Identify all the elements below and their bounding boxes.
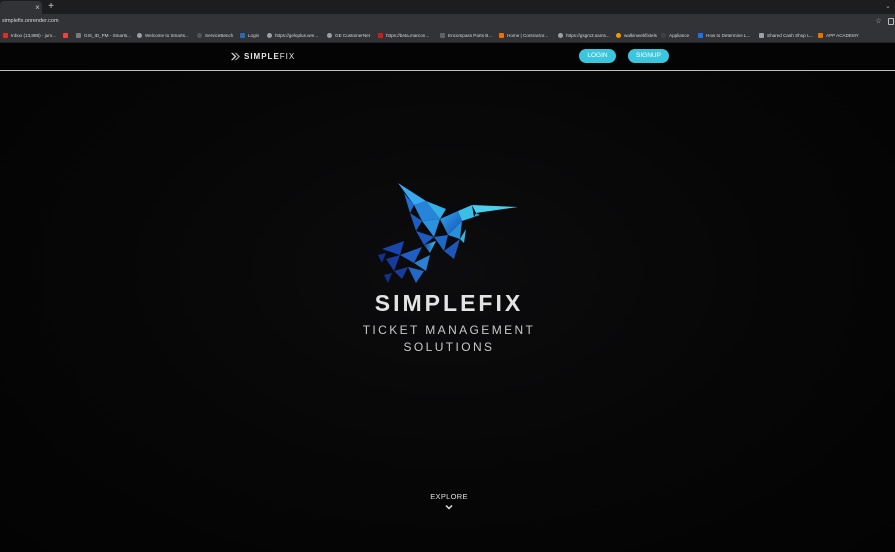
bookmark-label: walkinwebfixtels	[624, 33, 657, 38]
bookmark-label: APP ACADEMY	[826, 33, 859, 38]
bookmark-item[interactable]: How to Determine L...	[698, 29, 750, 42]
hummingbird-logo-icon	[378, 183, 518, 283]
bookmark-label: GE CustomerNet	[335, 33, 370, 38]
folder-icon	[818, 33, 823, 38]
bookmarks-bar: Inbox (13,888) - jum... GIS_ID_PM - Smar…	[0, 29, 895, 43]
marcone-icon	[378, 33, 383, 38]
close-tab-icon[interactable]: ×	[33, 1, 42, 14]
bookmark-label: Appliance	[669, 33, 690, 38]
address-bar[interactable]: simplefix.onrender.com ☆	[0, 14, 895, 29]
bookmark-label: Encompass Parts B...	[448, 33, 493, 38]
bookmark-label: Login	[248, 33, 260, 38]
bookmark-item[interactable]: Encompass Parts B...	[440, 29, 492, 42]
person-icon	[137, 33, 142, 38]
globe-icon	[558, 33, 563, 38]
bookmark-label: GIS_ID_PM - Smarts...	[84, 33, 131, 38]
bookmark-item[interactable]: https://beta.marcon...	[378, 29, 429, 42]
bookmark-item[interactable]	[63, 29, 71, 42]
url-text[interactable]: simplefix.onrender.com	[2, 14, 59, 29]
walkin-icon	[616, 33, 621, 38]
bookmark-label: ServiceBench	[205, 33, 234, 38]
bookmark-item[interactable]: walkinwebfixtels	[616, 29, 657, 42]
page-content: SIMPLEFIX LOGIN SIGNUP SIMPLEFIX TICKET …	[0, 43, 895, 552]
bookmark-label: https://gsgrx3.sams...	[566, 33, 610, 38]
site-navbar: SIMPLEFIX LOGIN SIGNUP	[0, 43, 895, 71]
contractor-icon	[499, 33, 504, 38]
globe-icon	[327, 33, 332, 38]
bookmark-item[interactable]: Appliance	[661, 29, 689, 42]
side-panel-icon[interactable]	[888, 18, 894, 25]
servicebench-icon	[197, 33, 202, 38]
signup-button[interactable]: SIGNUP	[628, 49, 669, 63]
bookmark-label: Home | Contractor...	[507, 33, 549, 38]
article-icon	[698, 33, 703, 38]
simplefix-mark-icon	[230, 52, 241, 60]
bookmark-item[interactable]: Inbox (13,888) - jum...	[3, 29, 56, 42]
appliance-icon	[661, 33, 666, 38]
hero-title: SIMPLEFIX	[374, 290, 524, 316]
bookmark-star-icon[interactable]: ☆	[874, 14, 883, 29]
tab-strip: × + ⌄	[0, 0, 895, 14]
bookmark-item[interactable]: https://geloplus.wm...	[267, 29, 318, 42]
explore-link[interactable]: EXPLORE	[0, 492, 895, 501]
bookmark-label: https://beta.marcon...	[386, 33, 430, 38]
bookmark-item[interactable]: APP ACADEMY	[818, 29, 859, 42]
bookmark-item[interactable]: Login	[240, 29, 259, 42]
brand-name: SIMPLEFIX	[244, 52, 295, 61]
chevron-down-icon[interactable]	[444, 504, 454, 511]
window-control-icon[interactable]: ⌄	[885, 0, 893, 13]
browser-window: × + ⌄ simplefix.onrender.com ☆ Inbox (13…	[0, 0, 895, 552]
bookmark-item[interactable]: GIS_ID_PM - Smarts...	[76, 29, 131, 42]
login-button[interactable]: LOGIN	[579, 49, 616, 63]
doc-icon	[759, 33, 764, 38]
encompass-icon	[440, 33, 445, 38]
bookmark-label: How to Determine L...	[706, 33, 751, 38]
bookmark-label: Shared Cash Shop L...	[767, 33, 814, 38]
folder-icon	[63, 33, 68, 38]
active-tab[interactable]: ×	[0, 1, 42, 14]
bookmark-item[interactable]: https://gsgrx3.sams...	[558, 29, 610, 42]
hero-subtitle-line1: TICKET MANAGEMENT	[362, 323, 536, 337]
bookmark-item[interactable]: ServiceBench	[197, 29, 233, 42]
brand-fix: FIX	[279, 51, 296, 61]
bookmark-item[interactable]: Shared Cash Shop L...	[759, 29, 813, 42]
bookmark-label: Welcome to Smarts...	[145, 33, 189, 38]
bookmark-item[interactable]: GE CustomerNet	[327, 29, 370, 42]
bookmark-label: Inbox (13,888) - jum...	[11, 33, 56, 38]
brand-simple: SIMPLE	[244, 51, 280, 61]
bookmark-item[interactable]: Home | Contractor...	[499, 29, 548, 42]
globe-icon	[267, 33, 272, 38]
check-icon	[76, 33, 81, 38]
gmail-icon	[3, 33, 8, 38]
login-site-icon	[240, 33, 245, 38]
brand-logo[interactable]: SIMPLEFIX	[230, 50, 295, 62]
hero-subtitle-line2: SOLUTIONS	[403, 340, 495, 354]
new-tab-button[interactable]: +	[46, 0, 56, 13]
bookmark-item[interactable]: Welcome to Smarts...	[137, 29, 189, 42]
bookmark-label: https://geloplus.wm...	[275, 33, 319, 38]
